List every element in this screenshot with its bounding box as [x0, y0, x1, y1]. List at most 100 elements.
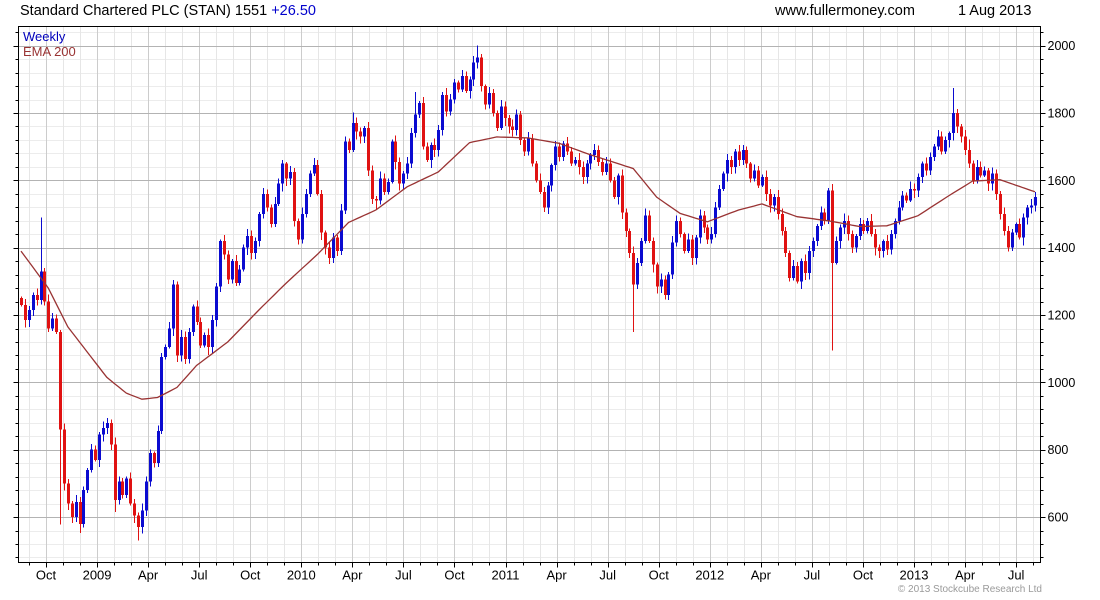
- candle-body-down: [878, 247, 881, 252]
- candle-body-down: [769, 193, 772, 206]
- candle-body-down: [535, 163, 538, 181]
- candle-body-up: [882, 240, 885, 252]
- x-axis-label: Apr: [138, 568, 159, 583]
- candle-body-up: [332, 237, 335, 258]
- legend-ema-label: EMA 200: [23, 44, 76, 59]
- candle-body-down: [972, 163, 975, 181]
- candle-body-up: [90, 449, 93, 470]
- candle-body-down: [336, 237, 339, 252]
- candlesticks: [20, 45, 1037, 541]
- candle-body-down: [371, 170, 374, 199]
- candle-body-down: [543, 192, 546, 208]
- x-axis-label: 2011: [492, 568, 520, 583]
- candle-body-down: [20, 298, 23, 305]
- candle-body-down: [114, 444, 117, 501]
- candle-body-down: [445, 95, 448, 112]
- candle-body-up: [172, 284, 175, 329]
- candle-body-down: [905, 195, 908, 201]
- candle-body-down: [43, 271, 46, 302]
- candle-body-up: [402, 173, 405, 184]
- x-axis-label: Jul: [1008, 568, 1025, 583]
- candle-body-down: [582, 166, 585, 177]
- candle-body-down: [375, 198, 378, 201]
- candle-body-down: [870, 220, 873, 235]
- candle-body-up: [671, 242, 674, 275]
- candle-body-up: [547, 185, 550, 208]
- candle-body-down: [328, 247, 331, 258]
- candle-body-up: [125, 478, 128, 496]
- candle-body-down: [940, 136, 943, 152]
- copyright-notice: © 2013 Stockcube Research Ltd: [897, 584, 1042, 595]
- candle-body-down: [656, 264, 659, 287]
- candle-body-up: [500, 106, 503, 129]
- candle-body-up: [527, 138, 530, 152]
- candle-body-down: [925, 163, 928, 171]
- candle-body-up: [917, 176, 920, 191]
- y-axis-label: 1400: [1048, 241, 1076, 255]
- candle-body-up: [281, 163, 284, 184]
- candle-body-down: [987, 170, 990, 184]
- candle-body-down: [67, 483, 70, 504]
- y-axis-label: 2000: [1048, 39, 1076, 53]
- candle-body-down: [597, 150, 600, 162]
- candle-body-down: [570, 151, 573, 164]
- candle-body-down: [956, 113, 959, 127]
- candle-body-down: [63, 429, 66, 484]
- candle-body-up: [160, 357, 163, 432]
- x-axis-label: Oct: [444, 568, 465, 583]
- candle-body-up: [944, 139, 947, 152]
- candle-body-up: [141, 510, 144, 528]
- y-axis-label: 1200: [1048, 309, 1076, 323]
- candle-body-down: [422, 102, 425, 147]
- candle-body-up: [1034, 196, 1037, 206]
- candle-body-down: [433, 145, 436, 151]
- candle-body-up: [437, 129, 440, 151]
- candle-body-down: [196, 306, 199, 322]
- candle-body-up: [472, 62, 475, 80]
- candle-body-down: [913, 188, 916, 191]
- candle-body-up: [554, 146, 557, 166]
- candle-body-down: [1018, 224, 1021, 238]
- candle-body-up: [1011, 232, 1014, 248]
- candle-body-up: [118, 481, 121, 501]
- candle-body-down: [745, 150, 748, 164]
- candle-body-up: [1015, 224, 1018, 233]
- candle-body-down: [523, 139, 526, 152]
- candle-body-down: [578, 160, 581, 167]
- x-axis-label: Apr: [546, 568, 567, 583]
- candle-body-down: [749, 163, 752, 179]
- candle-body-up: [242, 247, 245, 270]
- candle-body-up: [808, 251, 811, 273]
- candle-body-down: [788, 252, 791, 279]
- candle-body-up: [742, 150, 745, 161]
- candle-body-down: [757, 170, 760, 186]
- candle-body-down: [886, 240, 889, 250]
- candle-body-up: [933, 146, 936, 157]
- candle-body-down: [398, 161, 401, 184]
- candle-body-up: [710, 234, 713, 240]
- candle-body-up: [890, 234, 893, 250]
- candle-body-down: [1007, 230, 1010, 248]
- candle-body-up: [441, 95, 444, 130]
- legend-series-label: Weekly: [23, 29, 66, 44]
- candle-body-down: [621, 175, 624, 213]
- x-axis-label: Apr: [955, 568, 976, 583]
- candle-body-up: [839, 227, 842, 241]
- candle-body-up: [476, 57, 479, 63]
- candle-body-down: [293, 171, 296, 221]
- candle-body-up: [898, 207, 901, 221]
- candle-body-down: [359, 131, 362, 137]
- candle-body-up: [644, 215, 647, 241]
- candle-body-up: [277, 183, 280, 204]
- candle-body-up: [695, 237, 698, 258]
- candle-body-up: [617, 175, 620, 198]
- x-axis-label: Oct: [853, 568, 874, 583]
- candle-body-up: [219, 240, 222, 287]
- candle-body-down: [184, 336, 187, 359]
- candle-body-down: [235, 261, 238, 284]
- candle-body-down: [266, 193, 269, 208]
- candle-body-up: [605, 163, 608, 172]
- candle-body-down: [94, 449, 97, 460]
- x-axis-label: 2012: [695, 568, 724, 583]
- candle-body-down: [137, 515, 140, 528]
